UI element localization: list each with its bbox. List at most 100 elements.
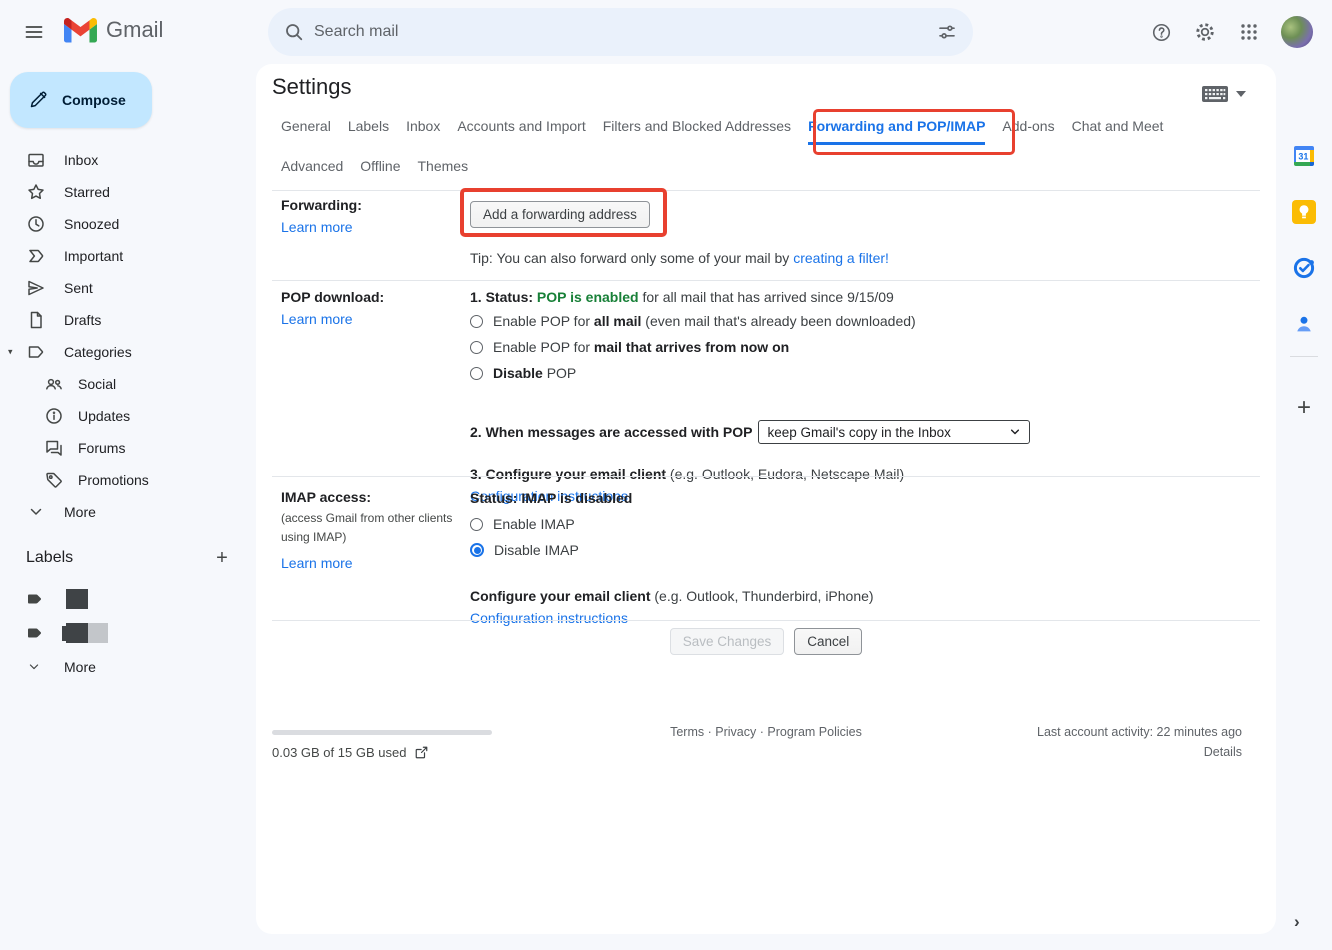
imap-configuration-instructions-link[interactable]: Configuration instructions <box>470 610 628 626</box>
main-menu-hamburger-icon[interactable] <box>14 12 54 52</box>
expander-triangle-icon[interactable]: ▾ <box>8 347 13 358</box>
redacted-label-text <box>66 589 88 609</box>
label-tag-icon <box>26 342 46 362</box>
sidebar-item-sent[interactable]: Sent <box>0 272 256 304</box>
user-label-row[interactable] <box>0 616 256 650</box>
sidebar-item-inbox[interactable]: Inbox <box>0 144 256 176</box>
cancel-button[interactable]: Cancel <box>794 628 862 655</box>
sidebar-item-snoozed[interactable]: Snoozed <box>0 208 256 240</box>
tab-labels[interactable]: Labels <box>348 118 389 145</box>
save-changes-button[interactable]: Save Changes <box>670 628 785 655</box>
pop-learn-more-link[interactable]: Learn more <box>281 311 353 327</box>
tab-advanced[interactable]: Advanced <box>281 158 343 182</box>
tab-inbox[interactable]: Inbox <box>406 118 440 145</box>
pop-step3-rest: (e.g. Outlook, Eudora, Netscape Mail) <box>666 466 904 482</box>
details-link[interactable]: Details <box>1204 745 1242 759</box>
page-title: Settings <box>272 74 352 100</box>
contacts-icon[interactable] <box>1292 312 1316 336</box>
account-avatar[interactable] <box>1281 16 1313 48</box>
keep-icon[interactable] <box>1292 200 1316 224</box>
sidebar-item-label: Categories <box>64 344 132 360</box>
pop-section-label: POP download: <box>281 289 461 305</box>
sidebar-item-social[interactable]: Social <box>0 368 256 400</box>
input-tools-toggle[interactable] <box>1202 86 1246 102</box>
settings-gear-icon[interactable] <box>1185 12 1225 52</box>
imap-learn-more-link[interactable]: Learn more <box>281 555 353 571</box>
redacted-label-text <box>88 623 108 643</box>
pop-radio-row-0[interactable]: Enable POP for all mail (even mail that'… <box>470 311 1256 331</box>
radio-unchecked-icon[interactable] <box>470 518 483 531</box>
radio-unchecked-icon[interactable] <box>470 315 483 328</box>
help-icon[interactable] <box>1141 12 1181 52</box>
imap-status-line: Status: IMAP is disabled <box>470 490 1256 506</box>
search-icon[interactable] <box>274 12 314 52</box>
sidebar-item-label: Starred <box>64 184 110 200</box>
pop-step2-row: 2. When messages are accessed with POP k… <box>470 420 1256 444</box>
calendar-icon[interactable]: 31 <box>1292 144 1316 168</box>
settings-main-card: Settings General Labels Inbox Accounts and … <box>256 64 1276 934</box>
sidebar-item-updates[interactable]: Updates <box>0 400 256 432</box>
privacy-link[interactable]: Privacy <box>715 725 756 739</box>
search-options-tune-icon[interactable] <box>927 12 967 52</box>
pop-behavior-select[interactable]: keep Gmail's copy in the Inbox <box>758 420 1030 444</box>
sidebar-item-label: Snoozed <box>64 216 119 232</box>
send-icon <box>26 278 46 298</box>
show-side-panel-chevron-icon[interactable]: › <box>1294 912 1300 932</box>
tab-themes[interactable]: Themes <box>418 158 469 182</box>
star-icon <box>26 182 46 202</box>
sidebar-item-important[interactable]: Important <box>0 240 256 272</box>
sidebar-item-label: Drafts <box>64 312 101 328</box>
tab-forwarding-and-pop-imap[interactable]: Forwarding and POP/IMAP <box>808 118 985 145</box>
terms-link[interactable]: Terms <box>670 725 704 739</box>
pencil-icon <box>28 90 48 110</box>
tab-offline[interactable]: Offline <box>360 158 400 182</box>
program-policies-link[interactable]: Program Policies <box>767 725 861 739</box>
select-chevron-down-icon <box>1009 426 1021 438</box>
pop-status-value: POP is enabled <box>537 289 639 305</box>
labels-list: More <box>0 582 256 684</box>
pop-radio-row-2[interactable]: Disable POP <box>470 363 1256 383</box>
imap-disable-radio-row[interactable]: Disable IMAP <box>470 540 1256 560</box>
create-label-plus-icon[interactable]: + <box>210 546 234 570</box>
pop-status-line: 1. Status: POP is enabled for all mail t… <box>470 289 1256 305</box>
sidebar-item-drafts[interactable]: Drafts <box>0 304 256 336</box>
tab-chat-and-meet[interactable]: Chat and Meet <box>1072 118 1164 145</box>
sidebar-item-categories[interactable]: ▾ Categories <box>0 336 256 368</box>
compose-button[interactable]: Compose <box>10 72 152 128</box>
sidebar-item-label: More <box>64 504 96 520</box>
gmail-logo[interactable]: Gmail <box>64 17 163 43</box>
creating-a-filter-link[interactable]: creating a filter! <box>793 250 889 266</box>
sidebar-item-more[interactable]: More <box>0 496 256 528</box>
sidebar-item-promotions[interactable]: Promotions <box>0 464 256 496</box>
tasks-icon[interactable] <box>1292 256 1316 280</box>
important-icon <box>26 246 46 266</box>
forwarding-learn-more-link[interactable]: Learn more <box>281 219 353 235</box>
search-input[interactable] <box>314 23 927 41</box>
add-forwarding-address-button[interactable]: Add a forwarding address <box>470 201 650 228</box>
sidebar-item-label: Important <box>64 248 123 264</box>
tab-general[interactable]: General <box>281 118 331 145</box>
tab-accounts-and-import[interactable]: Accounts and Import <box>457 118 585 145</box>
radio-checked-icon[interactable] <box>470 543 484 557</box>
google-apps-grid-icon[interactable] <box>1229 12 1269 52</box>
sidebar-item-label: Inbox <box>64 152 98 168</box>
pop-radio-row-1[interactable]: Enable POP for mail that arrives from no… <box>470 337 1256 357</box>
radio-unchecked-icon[interactable] <box>470 341 483 354</box>
forwarding-label-col: Forwarding: Learn more <box>281 197 461 235</box>
search-bar[interactable] <box>268 8 973 56</box>
radio-unchecked-icon[interactable] <box>470 367 483 380</box>
sidebar-item-forums[interactable]: Forums <box>0 432 256 464</box>
pop-status-suffix: for all mail that has arrived since 9/15… <box>639 289 894 305</box>
sidebar-item-starred[interactable]: Starred <box>0 176 256 208</box>
tab-filters-and-blocked-addresses[interactable]: Filters and Blocked Addresses <box>603 118 791 145</box>
user-label-row[interactable] <box>0 582 256 616</box>
divider <box>272 620 1260 621</box>
labels-more-row[interactable]: More <box>0 650 256 684</box>
forum-icon <box>44 438 64 458</box>
tab-add-ons[interactable]: Add-ons <box>1002 118 1054 145</box>
imap-enable-radio-row[interactable]: Enable IMAP <box>470 514 1256 534</box>
last-account-activity: Last account activity: 22 minutes ago <box>1037 725 1242 739</box>
get-addons-plus-icon[interactable]: + <box>1290 394 1318 422</box>
labels-more-label: More <box>64 659 96 675</box>
open-in-new-icon[interactable] <box>414 745 429 760</box>
